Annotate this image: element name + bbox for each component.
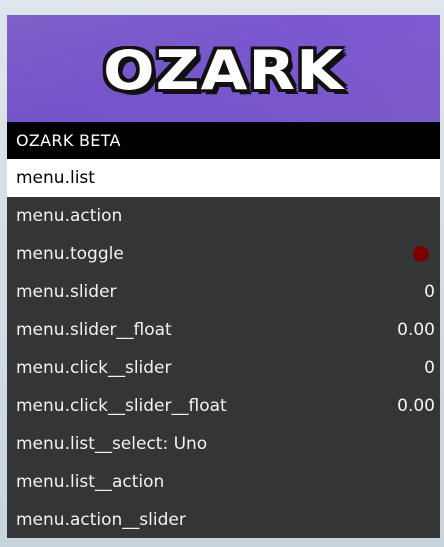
menu-item-label: menu.list__select: Uno [16, 434, 208, 454]
toggle-off-indicator-icon[interactable] [413, 246, 429, 262]
menu-item-toggle[interactable]: menu.toggle [7, 235, 440, 273]
menu-item-list-select[interactable]: menu.list__select: Uno [7, 425, 440, 463]
menu-item-label: menu.action__slider [16, 510, 186, 530]
ozark-logo: OZARK [102, 38, 345, 102]
menu-item-slider-float[interactable]: menu.slider__float 0.00 [7, 311, 440, 349]
slider-float-value: 0.00 [397, 320, 435, 340]
menu-item-action-slider[interactable]: menu.action__slider [7, 501, 440, 538]
click-slider-float-value: 0.00 [397, 396, 435, 416]
menu-item-label: menu.list__action [16, 472, 165, 492]
game-menu: OZARK OZARK BETA menu.list menu.action m… [7, 15, 440, 538]
menu-item-label: menu.toggle [16, 244, 124, 264]
menu-subtitle: OZARK BETA [7, 122, 440, 159]
menu-item-label: menu.click__slider__float [16, 396, 227, 416]
menu-item-click-slider-float[interactable]: menu.click__slider__float 0.00 [7, 387, 440, 425]
menu-item-slider[interactable]: menu.slider 0 [7, 273, 440, 311]
menu-item-click-slider[interactable]: menu.click__slider 0 [7, 349, 440, 387]
click-slider-value: 0 [424, 358, 435, 378]
menu-banner: OZARK [7, 15, 440, 122]
menu-item-list[interactable]: menu.list [7, 159, 440, 197]
menu-item-list-action[interactable]: menu.list__action [7, 463, 440, 501]
menu-item-action[interactable]: menu.action [7, 197, 440, 235]
menu-item-label: menu.list [16, 168, 95, 188]
slider-value: 0 [424, 282, 435, 302]
menu-item-label: menu.click__slider [16, 358, 172, 378]
menu-item-label: menu.action [16, 206, 123, 226]
menu-item-label: menu.slider [16, 282, 117, 302]
menu-item-list: menu.list menu.action menu.toggle menu.s… [7, 159, 440, 538]
menu-item-label: menu.slider__float [16, 320, 172, 340]
